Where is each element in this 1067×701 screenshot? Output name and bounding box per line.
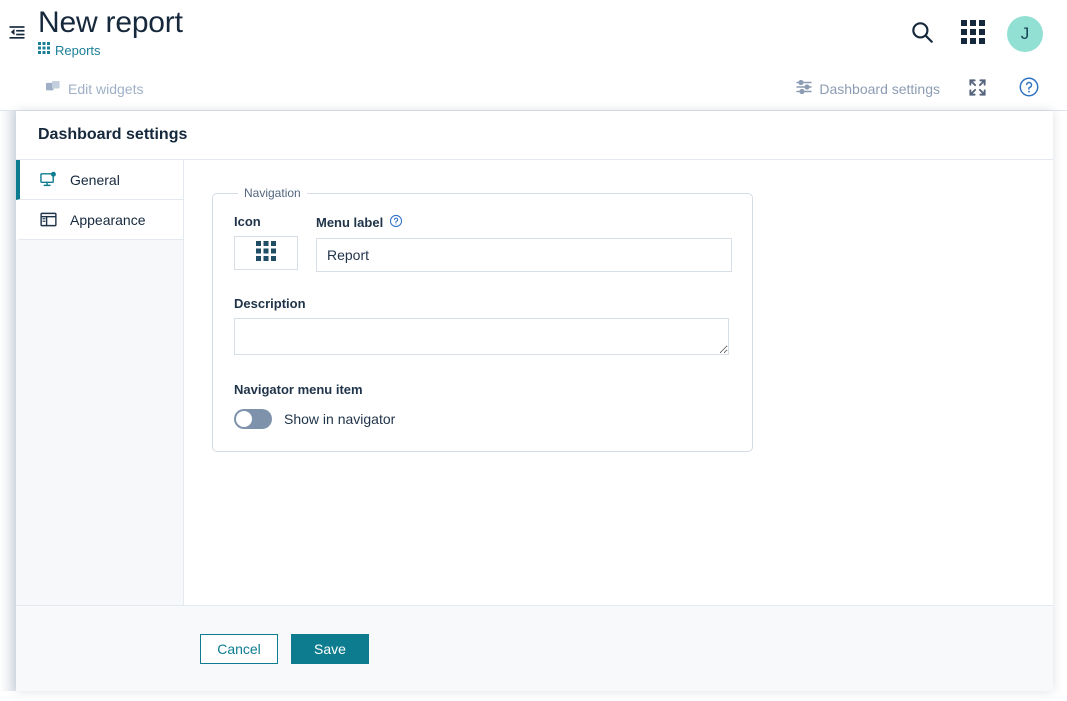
sidebar-item-appearance-label: Appearance bbox=[70, 211, 146, 228]
dialog-title: Dashboard settings bbox=[16, 111, 1053, 159]
dashboard-settings-label: Dashboard settings bbox=[819, 80, 940, 97]
icon-field-label: Icon bbox=[234, 214, 261, 229]
fullscreen-button[interactable] bbox=[962, 74, 992, 104]
menu-label-field: Menu label bbox=[316, 214, 732, 272]
description-field: Description bbox=[234, 296, 732, 355]
help-button[interactable] bbox=[1014, 74, 1044, 104]
help-circle-icon bbox=[1018, 76, 1040, 101]
apps-grid-icon bbox=[960, 19, 986, 48]
show-in-navigator-row: Show in navigator bbox=[234, 409, 732, 429]
tune-sliders-icon bbox=[796, 79, 813, 98]
save-button[interactable]: Save bbox=[291, 633, 369, 664]
toggle-knob bbox=[236, 411, 252, 427]
apps-grid-icon bbox=[38, 41, 50, 59]
sidebar-item-general[interactable]: General bbox=[16, 160, 183, 200]
sidebar-item-general-label: General bbox=[70, 171, 120, 188]
show-in-navigator-toggle[interactable] bbox=[234, 409, 272, 429]
settings-sidebar: General Appearance bbox=[16, 159, 184, 605]
menu-label-text: Menu label bbox=[316, 215, 384, 230]
nav-toggle-button[interactable] bbox=[4, 22, 30, 48]
navigator-menu-item-label: Navigator menu item bbox=[234, 382, 363, 397]
dialog-footer: Cancel Save bbox=[16, 605, 1053, 691]
help-circle-icon[interactable] bbox=[389, 214, 403, 231]
search-icon bbox=[909, 19, 935, 48]
sidebar-item-appearance[interactable]: Appearance bbox=[16, 200, 183, 240]
menu-label-input[interactable] bbox=[316, 238, 732, 272]
avatar[interactable]: J bbox=[1007, 15, 1043, 52]
cancel-button[interactable]: Cancel bbox=[200, 633, 278, 664]
breadcrumb-label: Reports bbox=[55, 42, 101, 58]
edit-widgets-label: Edit widgets bbox=[68, 80, 144, 97]
navigation-fieldset: Navigation Icon Menu label Report Descri… bbox=[212, 186, 753, 452]
settings-main-panel: Navigation Icon Menu label Report Descri… bbox=[184, 159, 1053, 605]
title-block: New report Reports bbox=[38, 6, 183, 61]
header-actions: J bbox=[907, 15, 1067, 52]
layout-window-icon bbox=[40, 211, 57, 228]
menu-indent-decrease-icon bbox=[7, 22, 27, 47]
icon-and-menu-label-row: Icon Menu label Report bbox=[234, 214, 732, 272]
breadcrumb[interactable]: Reports bbox=[38, 41, 183, 59]
icon-field: Icon bbox=[234, 214, 298, 270]
navigator-menu-item-field: Navigator menu item Show in navigator bbox=[234, 382, 732, 429]
description-field-label: Description bbox=[234, 296, 306, 311]
icon-picker-button[interactable] bbox=[234, 236, 298, 270]
widgets-icon bbox=[46, 80, 61, 98]
search-button[interactable] bbox=[907, 19, 937, 49]
dialog-left-shadow bbox=[0, 111, 16, 691]
toolbar-right-actions: Dashboard settings bbox=[796, 74, 1067, 104]
apps-grid-icon bbox=[255, 240, 277, 267]
sub-toolbar: Edit widgets Dashboard settings bbox=[0, 67, 1067, 111]
dashboard-settings-dialog: Dashboard settings General Appearance Na… bbox=[16, 111, 1053, 691]
dashboard-settings-button[interactable]: Dashboard settings bbox=[796, 79, 940, 98]
edit-widgets-button[interactable]: Edit widgets bbox=[46, 80, 143, 98]
apps-menu-button[interactable] bbox=[958, 19, 988, 49]
fullscreen-expand-icon bbox=[968, 78, 987, 100]
dialog-body: General Appearance Navigation Icon Menu … bbox=[16, 159, 1053, 605]
monitor-settings-icon bbox=[40, 171, 57, 188]
navigation-fieldset-legend: Navigation bbox=[244, 186, 301, 200]
description-textarea[interactable] bbox=[234, 318, 729, 355]
menu-label-field-label: Menu label bbox=[316, 214, 732, 231]
page-title: New report bbox=[38, 6, 183, 39]
app-header: New report Reports J bbox=[0, 0, 1067, 67]
show-in-navigator-label: Show in navigator bbox=[284, 411, 396, 427]
